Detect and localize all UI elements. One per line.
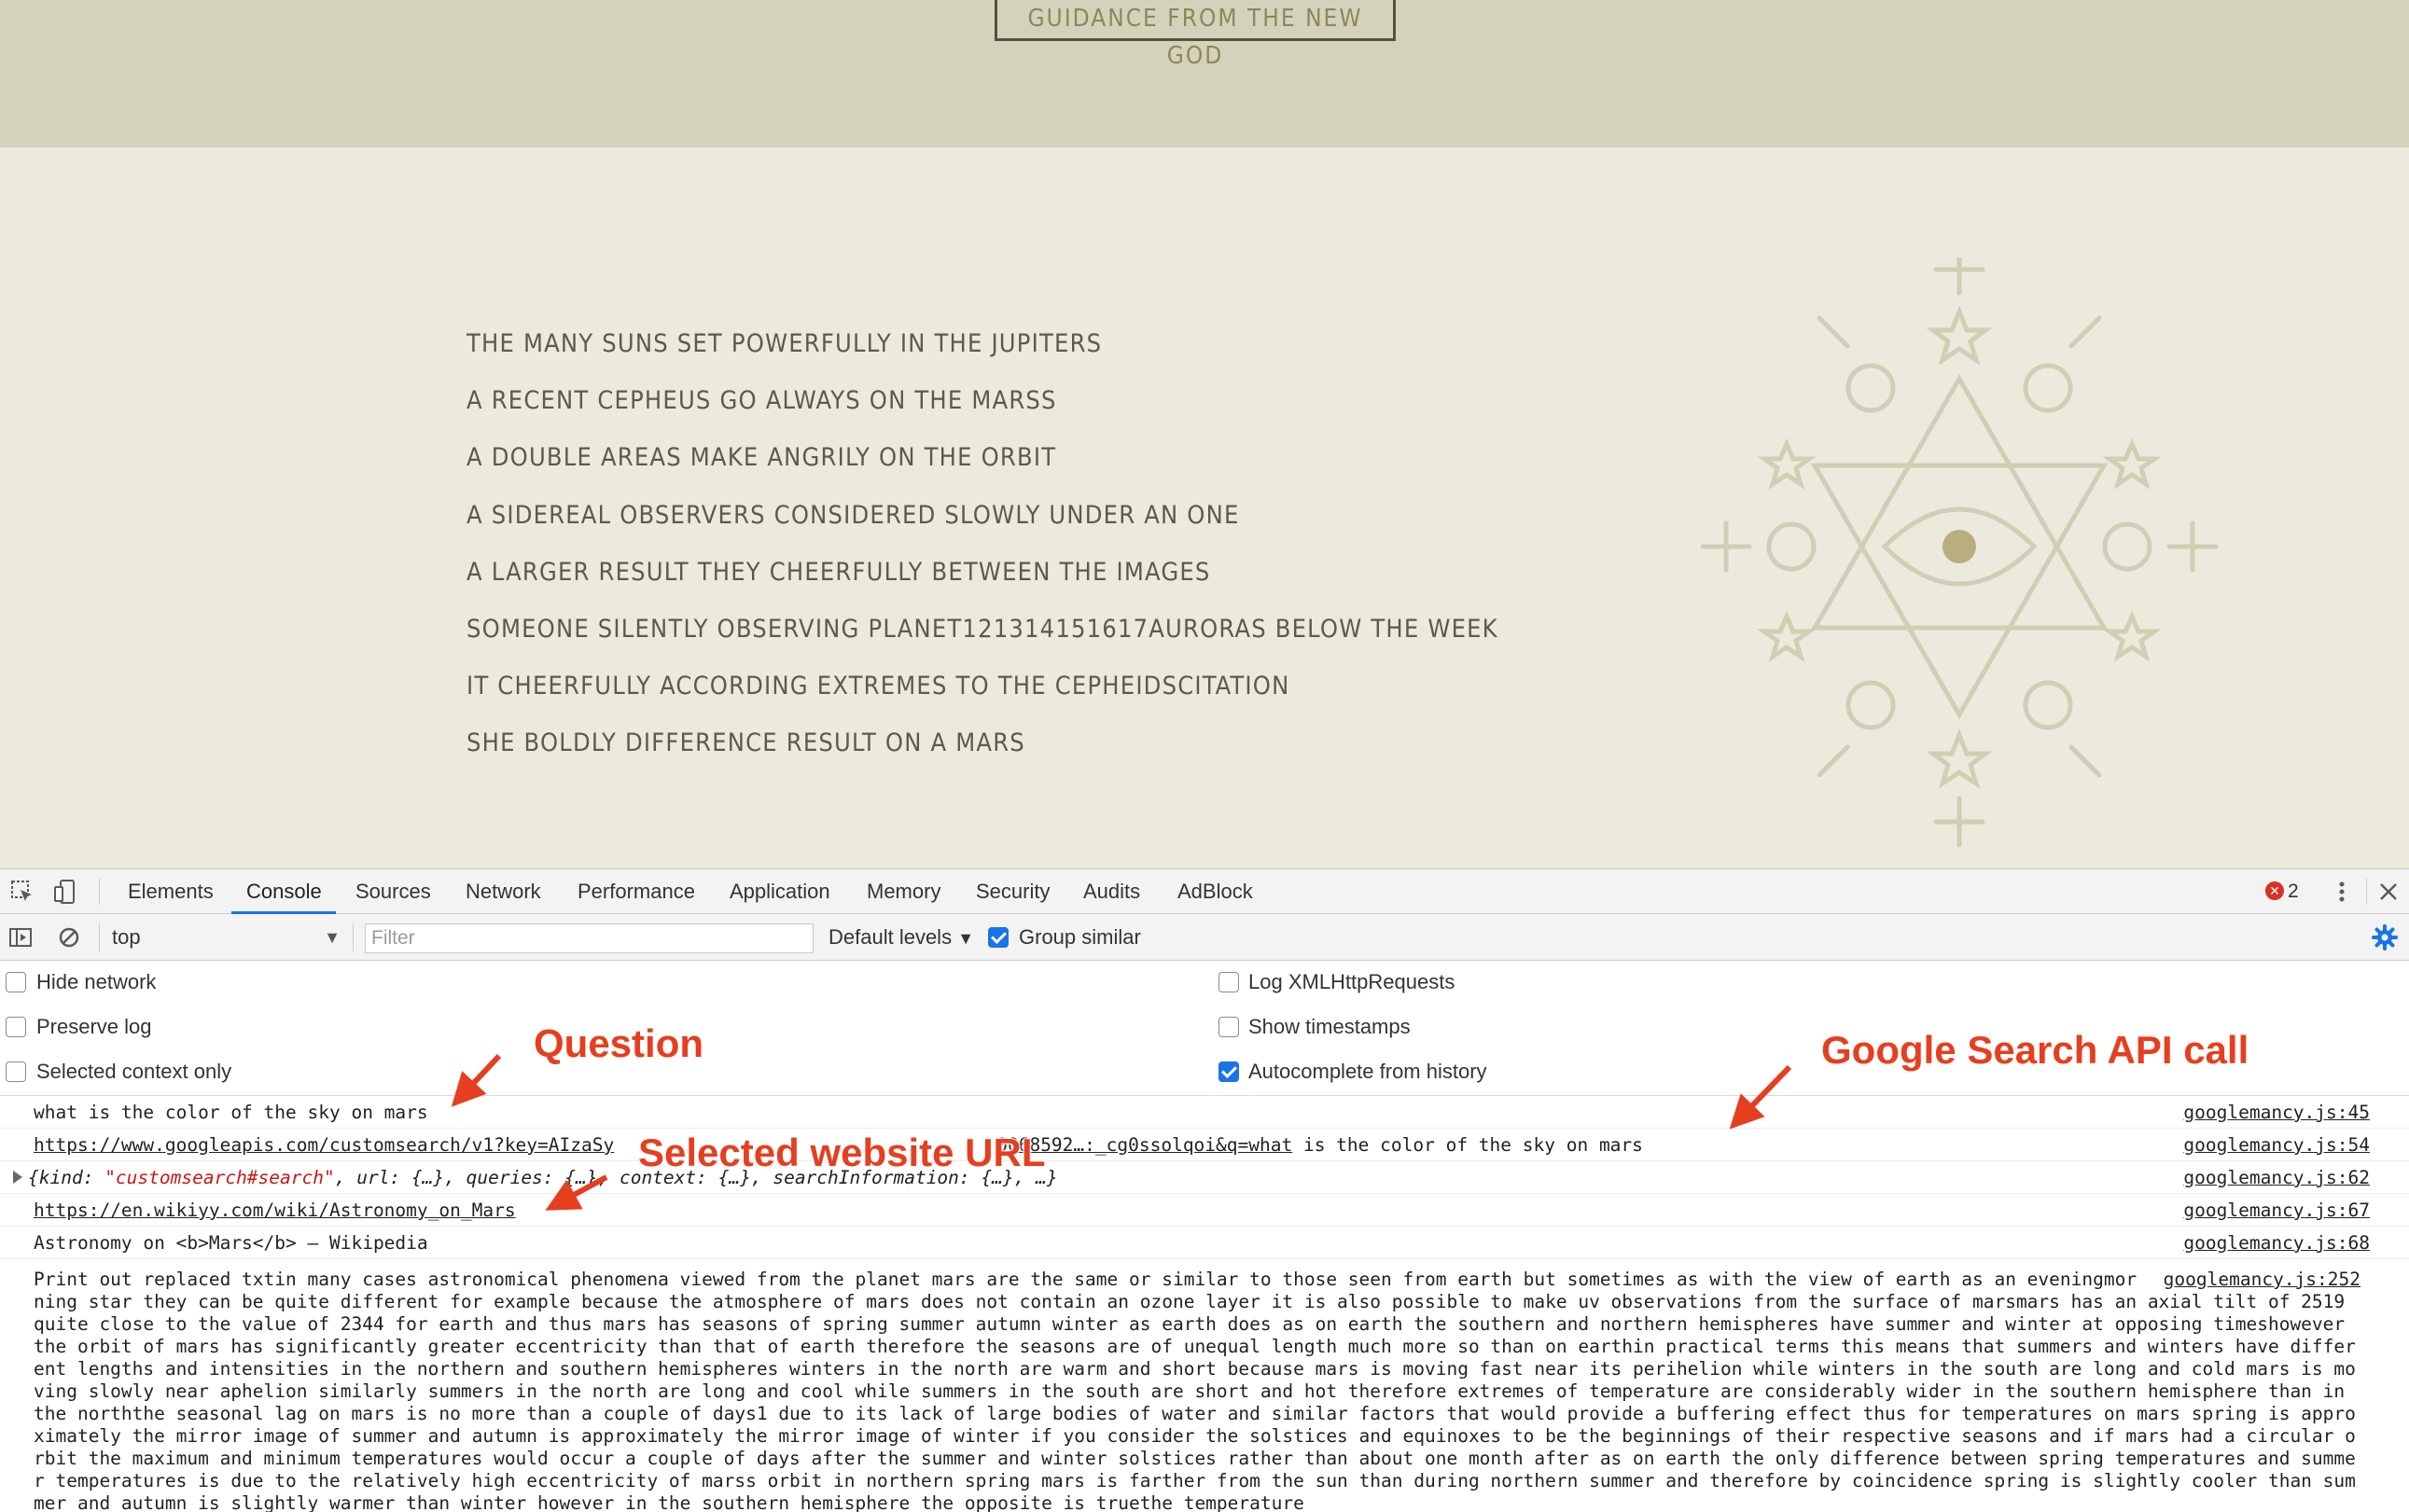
autocomplete-from-history-label: Autocomplete from history: [1248, 1060, 1487, 1083]
tab-network[interactable]: Network: [466, 869, 541, 914]
tab-adblock[interactable]: AdBlock: [1177, 869, 1253, 914]
context-select[interactable]: top ▼: [112, 923, 341, 951]
toolbar-divider: [99, 923, 100, 951]
question-log: what is the color of the sky on mars: [34, 1102, 428, 1123]
clear-console-icon[interactable]: [56, 924, 82, 950]
prophecy-line: A DOUBLE AREAS MAKE ANGRILY ON THE ORBIT: [466, 443, 1057, 473]
source-link[interactable]: googlemancy.js:45: [2183, 1102, 2370, 1123]
toolbar-divider: [353, 923, 354, 951]
annotation-question: Question: [533, 1020, 704, 1066]
log-levels-label: Default levels: [829, 925, 953, 949]
dropdown-arrow-icon: ▼: [324, 928, 341, 947]
error-count-badge[interactable]: ✕ 2: [2265, 881, 2299, 903]
console-message: {kind: "customsearch#search", url: {…}, …: [0, 1161, 2409, 1194]
tab-application[interactable]: Application: [730, 869, 830, 914]
all-seeing-eye-hexagram-icon: [1700, 257, 2219, 848]
page-header-band: GUIDANCE FROM THE NEW GOD: [0, 0, 2409, 147]
source-link[interactable]: googlemancy.js:68: [2183, 1232, 2370, 1254]
tab-performance[interactable]: Performance: [578, 869, 695, 914]
group-similar-checkbox[interactable]: [988, 927, 1009, 948]
source-link[interactable]: googlemancy.js:54: [2183, 1134, 2370, 1156]
tab-memory[interactable]: Memory: [867, 869, 940, 914]
gear-icon[interactable]: [2372, 924, 2398, 950]
guidance-button[interactable]: GUIDANCE FROM THE NEW GOD: [995, 0, 1396, 70]
preserve-log-label: Preserve log: [36, 1015, 152, 1038]
prophecy-line: IT CHEERFULLY ACCORDING EXTREMES TO THE …: [466, 672, 1290, 701]
toolbar-divider: [2366, 879, 2367, 905]
prophecy-line: SOMEONE SILENTLY OBSERVING PLANET1213141…: [466, 614, 1498, 644]
dropdown-arrow-icon: ▼: [957, 929, 975, 948]
show-timestamps-checkbox[interactable]: [1218, 1017, 1239, 1037]
page-title-log: Astronomy on <b>Mars</b> – Wikipedia: [34, 1232, 428, 1254]
tab-sources[interactable]: Sources: [355, 869, 431, 914]
object-open: {kind:: [28, 1167, 105, 1188]
selected-url-link[interactable]: https://en.wikiyy.com/wiki/Astronomy_on_…: [34, 1200, 516, 1221]
hide-network-label: Hide network: [36, 970, 157, 993]
selected-url-log: https://en.wikiyy.com/wiki/Astronomy_on_…: [34, 1200, 516, 1221]
console-message: https://en.wikiyy.com/wiki/Astronomy_on_…: [0, 1194, 2409, 1227]
tab-elements[interactable]: Elements: [128, 869, 214, 914]
source-link[interactable]: googlemancy.js:252: [2146, 1269, 2360, 1291]
show-timestamps-label: Show timestamps: [1248, 1015, 1411, 1038]
log-xmlhttprequests-checkbox[interactable]: [1218, 972, 1239, 992]
preserve-log-checkbox[interactable]: [6, 1017, 26, 1037]
error-icon: ✕: [2265, 881, 2284, 900]
prophecy-line: THE MANY SUNS SET POWERFULLY IN THE JUPI…: [466, 329, 1103, 358]
api-url-link[interactable]: https://www.googleapis.com/customsearch/…: [34, 1134, 614, 1156]
source-link[interactable]: googlemancy.js:67: [2183, 1200, 2370, 1221]
show-sidebar-icon[interactable]: [7, 924, 34, 950]
expand-triangle-icon[interactable]: [13, 1171, 22, 1184]
selected-context-only-checkbox[interactable]: [6, 1061, 26, 1082]
api-query-text: is the color of the sky on mars: [1292, 1134, 1643, 1156]
hide-network-checkbox[interactable]: [6, 972, 26, 992]
annotation-api-call: Google Search API call: [1820, 1027, 2249, 1073]
tab-console[interactable]: Console: [246, 869, 322, 914]
tab-security[interactable]: Security: [976, 869, 1050, 914]
inspect-element-icon[interactable]: [9, 879, 35, 905]
console-message: googlemancy.js:252 Print out replaced txt…: [0, 1259, 2409, 1512]
devtools-tab-bar: Elements Console Sources Network Perform…: [0, 869, 2409, 914]
toolbar-divider: [99, 879, 100, 905]
console-message: what is the color of the sky on mars goo…: [0, 1096, 2409, 1129]
prophecy-line: SHE BOLDLY DIFFERENCE RESULT ON A MARS: [466, 728, 1025, 758]
annotation-selected-url: Selected website URL: [637, 1130, 1046, 1175]
console-messages: what is the color of the sky on mars goo…: [0, 1096, 2409, 1512]
autocomplete-from-history-checkbox[interactable]: [1218, 1061, 1239, 1082]
prophecy-list: THE MANY SUNS SET POWERFULLY IN THE JUPI…: [466, 315, 1498, 772]
main-content: THE MANY SUNS SET POWERFULLY IN THE JUPI…: [0, 147, 2409, 1018]
group-similar-label: Group similar: [1019, 925, 1141, 949]
prophecy-line: A SIDEREAL OBSERVERS CONSIDERED SLOWLY U…: [466, 500, 1240, 530]
filter-input[interactable]: [365, 923, 814, 953]
selected-context-only-label: Selected context only: [36, 1060, 232, 1083]
close-icon[interactable]: [2375, 879, 2402, 905]
page-text-log: googlemancy.js:252 Print out replaced txt…: [34, 1269, 2366, 1512]
object-kind-value: "customsearch#search": [104, 1167, 335, 1188]
source-link[interactable]: googlemancy.js:62: [2183, 1167, 2370, 1188]
tab-audits[interactable]: Audits: [1083, 869, 1140, 914]
console-message: Astronomy on <b>Mars</b> – Wikipedia goo…: [0, 1227, 2409, 1259]
page-text-content: Print out replaced txtin many cases astr…: [34, 1269, 2356, 1512]
more-options-icon[interactable]: [2329, 879, 2355, 905]
prophecy-line: A RECENT CEPHEUS GO ALWAYS ON THE MARSS: [466, 386, 1057, 416]
prophecy-line: A LARGER RESULT THEY CHEERFULLY BETWEEN …: [466, 557, 1211, 587]
error-count: 2: [2288, 881, 2299, 902]
devtools-panel: Elements Console Sources Network Perform…: [0, 868, 2409, 1512]
device-toolbar-icon[interactable]: [52, 879, 78, 905]
log-xmlhttprequests-label: Log XMLHttpRequests: [1248, 970, 1455, 993]
console-message: https://www.googleapis.com/customsearch/…: [0, 1129, 2409, 1161]
context-value: top: [112, 925, 141, 949]
log-levels-select[interactable]: Default levels ▼: [829, 923, 974, 952]
console-filter-bar: top ▼ Default levels ▼ Group similar: [0, 914, 2409, 961]
